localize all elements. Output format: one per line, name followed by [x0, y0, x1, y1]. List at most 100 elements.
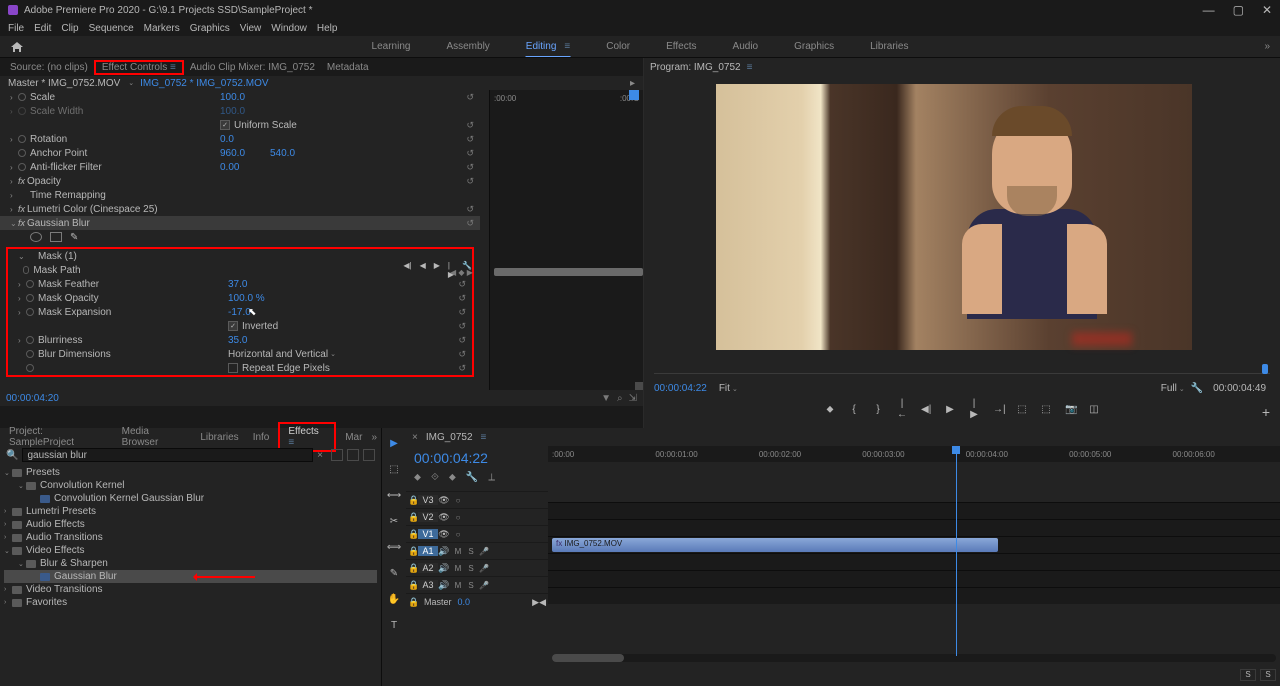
- mask-title[interactable]: Mask (1): [38, 251, 228, 262]
- export-frame-icon[interactable]: 📷: [1065, 404, 1075, 415]
- snap-s1[interactable]: S: [1240, 669, 1256, 681]
- mark-out-icon[interactable]: }: [873, 404, 883, 415]
- find-icon[interactable]: ⌕: [617, 393, 623, 404]
- settings-icon2[interactable]: 🔧: [466, 472, 478, 483]
- ws-editing[interactable]: Editing≡: [526, 37, 570, 57]
- ec-timecode[interactable]: 00:00:04:20: [6, 393, 59, 404]
- timeline-zoom-bar[interactable]: [552, 654, 1276, 662]
- eye-icon[interactable]: 👁: [438, 495, 450, 506]
- tree-lumetri[interactable]: Lumetri Presets: [26, 506, 96, 517]
- settings-icon[interactable]: 🔧: [1191, 383, 1203, 394]
- effect-gaussian-blur[interactable]: Gaussian Blur: [27, 218, 217, 229]
- clear-search-icon[interactable]: ×: [317, 450, 323, 461]
- track-select-tool-icon[interactable]: ⬚: [387, 462, 401, 476]
- more-workspaces-icon[interactable]: »: [1264, 41, 1270, 52]
- ws-graphics[interactable]: Graphics: [794, 37, 834, 57]
- tab-effect-controls[interactable]: Effect Controls ≡: [94, 60, 184, 75]
- lock-icon[interactable]: 🔒: [408, 512, 418, 523]
- tree-presets[interactable]: Presets: [26, 467, 60, 478]
- val-blur-dimensions[interactable]: Horizontal and Vertical: [228, 349, 328, 360]
- tree-conv-gaussian[interactable]: Convolution Kernel Gaussian Blur: [54, 493, 204, 504]
- val-mask-feather[interactable]: 37.0: [228, 279, 278, 290]
- lift-icon[interactable]: ⬚: [1017, 404, 1027, 415]
- menu-edit[interactable]: Edit: [34, 23, 51, 34]
- lock-icon[interactable]: 🔒: [408, 580, 418, 591]
- add-marker-icon[interactable]: ⬥: [825, 404, 835, 415]
- menu-graphics[interactable]: Graphics: [190, 23, 230, 34]
- reset-icon[interactable]: ↺: [466, 92, 474, 103]
- menu-file[interactable]: File: [8, 23, 24, 34]
- close-button[interactable]: ✕: [1262, 3, 1272, 17]
- reset-icon[interactable]: ↺: [458, 293, 466, 304]
- filter-icon[interactable]: ▼: [601, 393, 611, 404]
- tab-project[interactable]: Project: SampleProject: [4, 426, 113, 448]
- rect-mask-icon[interactable]: [50, 232, 62, 242]
- reset-icon[interactable]: ↺: [458, 363, 466, 374]
- program-scrubber[interactable]: [654, 368, 1270, 374]
- ws-audio[interactable]: Audio: [733, 37, 759, 57]
- razor-tool-icon[interactable]: ✂: [387, 514, 401, 528]
- fx-badge-32-icon[interactable]: [347, 449, 359, 461]
- tab-info[interactable]: Info: [248, 432, 275, 443]
- ripple-tool-icon[interactable]: ⟷: [387, 488, 401, 502]
- mute-icon[interactable]: 🔊: [438, 580, 450, 591]
- val-blurriness[interactable]: 35.0: [228, 335, 278, 346]
- reset-icon[interactable]: ↺: [466, 120, 474, 131]
- tree-video-fx[interactable]: Video Effects: [26, 545, 85, 556]
- val-antiflicker[interactable]: 0.00: [220, 162, 270, 173]
- tab-markers[interactable]: Mar: [340, 432, 367, 443]
- eye-icon[interactable]: 👁: [438, 529, 450, 540]
- val-rotation[interactable]: 0.0: [220, 134, 270, 145]
- ws-color[interactable]: Color: [606, 37, 630, 57]
- fx-badge-yuv-icon[interactable]: [363, 449, 375, 461]
- program-playhead[interactable]: [1262, 364, 1268, 374]
- marker-icon2[interactable]: ⬥: [449, 472, 456, 483]
- uniform-scale-checkbox[interactable]: ✓: [220, 120, 230, 130]
- step-fwd-icon[interactable]: |▶: [969, 398, 979, 420]
- reset-icon[interactable]: ↺: [458, 279, 466, 290]
- timeline-playhead[interactable]: [956, 446, 957, 656]
- home-icon[interactable]: [10, 41, 24, 53]
- track-play-icon[interactable]: ▶: [434, 261, 440, 279]
- collapse-icon[interactable]: ⇲: [629, 393, 637, 404]
- ws-libraries[interactable]: Libraries: [870, 37, 908, 57]
- val-scale[interactable]: 100.0: [220, 92, 270, 103]
- lock-icon[interactable]: 🔒: [408, 529, 418, 540]
- menu-help[interactable]: Help: [317, 23, 338, 34]
- video-preview[interactable]: [716, 84, 1192, 350]
- effect-opacity[interactable]: Opacity: [27, 176, 217, 187]
- tab-audio-mixer[interactable]: Audio Clip Mixer: IMG_0752: [184, 62, 321, 73]
- track-v2[interactable]: V2: [418, 512, 438, 522]
- tab-metadata[interactable]: Metadata: [321, 62, 375, 73]
- button-editor-icon[interactable]: +: [1262, 404, 1270, 420]
- tab-libraries[interactable]: Libraries: [195, 432, 243, 443]
- track-a2[interactable]: A2: [418, 563, 438, 573]
- snap-icon[interactable]: ⬥: [414, 472, 421, 483]
- tab-source[interactable]: Source: (no clips): [4, 62, 94, 73]
- reset-icon[interactable]: ↺: [466, 176, 474, 187]
- extract-icon[interactable]: ⬚: [1041, 404, 1051, 415]
- track-a3[interactable]: A3: [418, 580, 438, 590]
- reset-icon[interactable]: ↺: [458, 349, 466, 360]
- val-anchor-x[interactable]: 960.0: [220, 148, 270, 159]
- track-back-one-icon[interactable]: ◀|: [403, 261, 411, 279]
- reset-icon[interactable]: ↺: [458, 307, 466, 318]
- lock-icon[interactable]: 🔒: [408, 546, 418, 557]
- program-timecode[interactable]: 00:00:04:22: [654, 383, 707, 394]
- lock-icon[interactable]: 🔒: [408, 563, 418, 574]
- track-v1[interactable]: V1: [418, 529, 438, 539]
- comparison-icon[interactable]: ◫: [1089, 404, 1099, 415]
- wrench-icon2[interactable]: ⟂: [488, 472, 495, 483]
- pen-mask-icon[interactable]: ✎: [70, 232, 78, 243]
- video-clip[interactable]: fx IMG_0752.MOV: [552, 538, 998, 552]
- linked-sel-icon[interactable]: ⟐: [431, 472, 439, 483]
- timeline-ruler[interactable]: :00:00 00:00:01:00 00:00:02:00 00:00:03:…: [548, 446, 1280, 462]
- zoom-thumb[interactable]: [552, 654, 624, 662]
- tree-video-tr[interactable]: Video Transitions: [26, 584, 103, 595]
- reset-icon[interactable]: ↺: [458, 321, 466, 332]
- maximize-button[interactable]: ▢: [1233, 3, 1244, 17]
- go-to-in-icon[interactable]: |←: [897, 398, 907, 420]
- effect-time-remap[interactable]: Time Remapping: [30, 190, 220, 201]
- search-input[interactable]: [22, 448, 313, 462]
- tree-gaussian-blur[interactable]: Gaussian Blur: [54, 571, 117, 582]
